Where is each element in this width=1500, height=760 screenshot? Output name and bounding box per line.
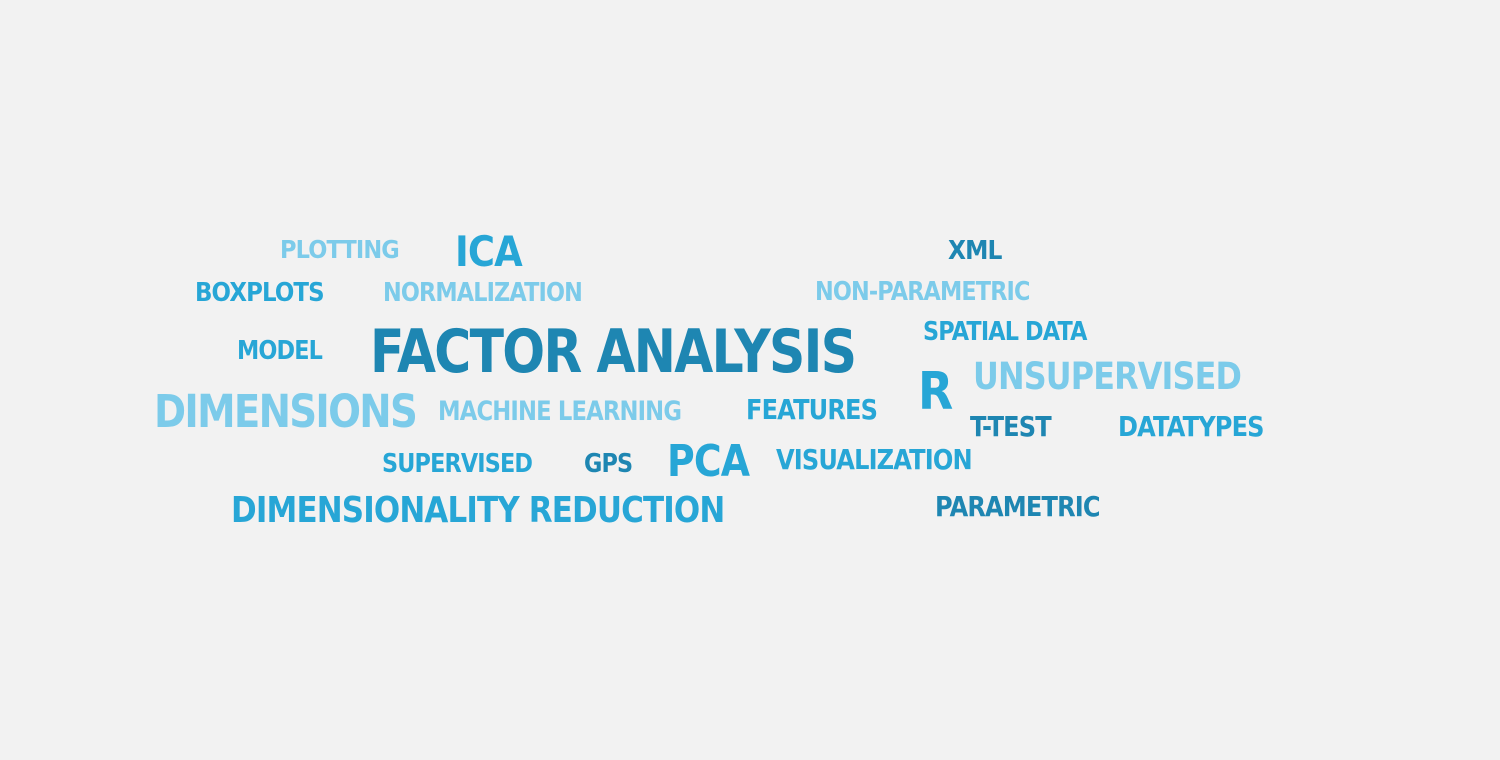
word-visualization: VISUALIZATION [776,443,973,476]
word-pca: PCA [667,436,750,487]
word-gps: GPS [584,449,633,479]
word-factor-analysis: FACTOR ANALYSIS [370,317,857,387]
word-supervised: SUPERVISED [382,449,533,479]
word-spatial-data: SPATIAL DATA [923,317,1087,347]
word-ica: ICA [455,227,523,276]
word-parametric: PARAMETRIC [935,490,1101,523]
word-dimensions: DIMENSIONS [154,385,418,438]
word-plotting: PLOTTING [280,235,400,264]
word-model: MODEL [237,336,323,366]
word-machine-learning: MACHINE LEARNING [438,396,682,427]
word-r: R [918,362,953,422]
word-boxplots: BOXPLOTS [195,278,325,308]
word-non-parametric: NON-PARAMETRIC [815,277,1030,307]
word-unsupervised: UNSUPERVISED [973,355,1242,398]
word-features: FEATURES [746,393,878,426]
word-normalization: NORMALIZATION [383,278,583,308]
word-datatypes: DATATYPES [1118,410,1265,443]
word-xml: XML [948,236,1002,266]
word-dimensionality-reduction: DIMENSIONALITY REDUCTION [231,490,725,531]
word-t-test: T-TEST [970,410,1052,443]
word-cloud: PLOTTING ICA XML BOXPLOTS NORMALIZATION … [0,0,1500,760]
